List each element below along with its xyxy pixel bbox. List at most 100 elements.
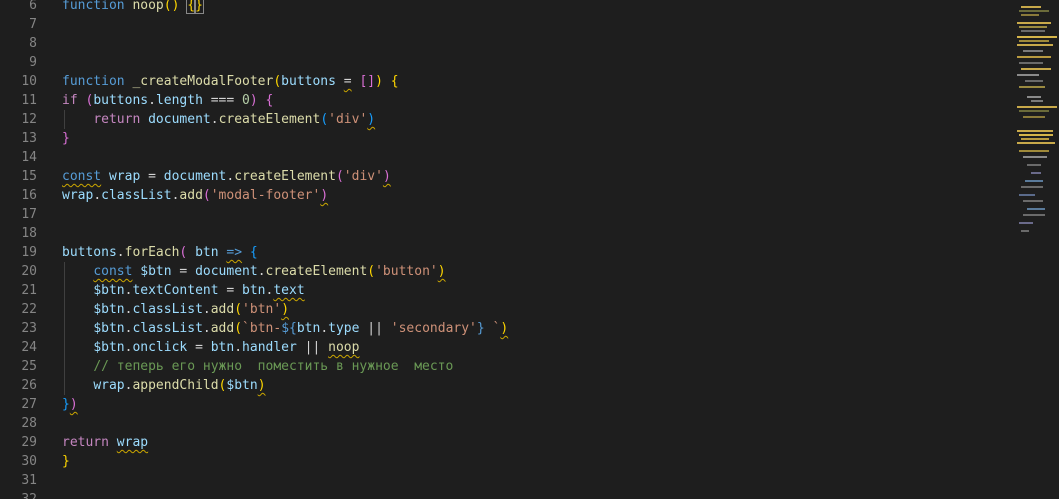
minimap-line — [1019, 194, 1035, 196]
code-token: 'secondary' — [390, 321, 477, 336]
code-token: $btn — [93, 283, 125, 298]
line-number: 11 — [21, 93, 37, 108]
code-line[interactable] — [62, 224, 1002, 243]
minimap-line — [1017, 56, 1051, 58]
code-token: ) — [437, 264, 446, 279]
code-token: buttons — [62, 245, 117, 260]
code-token: wrap — [93, 378, 125, 393]
code-token: add — [210, 321, 235, 336]
code-token: // теперь его нужно поместить в нужное м… — [93, 359, 454, 374]
code-token: [] — [359, 74, 376, 89]
code-token: document — [148, 112, 211, 127]
minimap-line — [1021, 138, 1049, 140]
code-token: type — [328, 321, 360, 336]
code-token: createElement — [234, 169, 336, 184]
code-line[interactable]: const wrap = document.createElement('div… — [62, 167, 1002, 186]
code-line[interactable]: // теперь его нужно поместить в нужное м… — [62, 357, 1002, 376]
code-line[interactable] — [62, 34, 1002, 53]
minimap-line — [1017, 36, 1057, 38]
minimap-line — [1019, 62, 1043, 64]
code-token: ( — [202, 188, 211, 203]
minimap-line — [1023, 214, 1045, 216]
minimap-line — [1027, 208, 1045, 210]
code-line[interactable]: } — [62, 129, 1002, 148]
code-token: const — [93, 264, 133, 279]
code-token: { — [249, 245, 258, 260]
code-line[interactable] — [62, 471, 1002, 490]
code-line[interactable]: $btn.onclick = btn.handler || noop — [62, 338, 1002, 357]
code-line[interactable]: $btn.classList.add(`btn-${btn.type || 's… — [62, 319, 1002, 338]
code-line[interactable]: }) — [62, 395, 1002, 414]
code-line[interactable] — [62, 205, 1002, 224]
code-line[interactable]: $btn.textContent = btn.text — [62, 281, 1002, 300]
code-line[interactable] — [62, 53, 1002, 72]
code-token: noop — [328, 340, 360, 355]
code-line[interactable] — [62, 148, 1002, 167]
code-token: . — [202, 302, 211, 317]
code-line[interactable]: return wrap — [62, 433, 1002, 452]
code-token: ) — [69, 397, 78, 412]
code-token: classList — [101, 188, 172, 203]
minimap-line — [1023, 116, 1045, 118]
minimap-line — [1019, 40, 1049, 42]
code-line[interactable] — [62, 490, 1002, 499]
code-line[interactable]: return document.createElement('div') — [62, 110, 1002, 129]
code-line[interactable] — [62, 414, 1002, 433]
code-line[interactable]: wrap.classList.add('modal-footer') — [62, 186, 1002, 205]
code-token: === — [202, 93, 243, 108]
minimap-line — [1021, 14, 1039, 16]
code-line[interactable]: wrap.appendChild($btn) — [62, 376, 1002, 395]
minimap-line — [1027, 164, 1041, 166]
minimap[interactable] — [1011, 0, 1059, 499]
code-token: document — [163, 169, 227, 184]
minimap-line — [1027, 96, 1041, 98]
code-token: . — [257, 264, 266, 279]
code-token: $btn — [226, 378, 258, 393]
line-number: 7 — [29, 17, 37, 32]
code-token: text — [273, 283, 305, 298]
line-number: 14 — [21, 150, 37, 165]
line-number: 28 — [21, 416, 37, 431]
code-token: $btn — [93, 340, 125, 355]
code-token: `btn- — [242, 321, 282, 336]
code-line[interactable]: } — [62, 452, 1002, 471]
code-line[interactable]: function _createModalFooter(buttons = []… — [62, 72, 1002, 91]
code-token: ( — [234, 321, 243, 336]
code-token: forEach — [124, 245, 180, 260]
minimap-line — [1021, 186, 1043, 188]
code-token: { — [265, 93, 274, 108]
code-token: || — [359, 321, 391, 336]
line-number: 12 — [21, 112, 37, 127]
code-editor[interactable]: 6 7 8 9 10 11 12 13 14 15 16 17 18 19 20 21 22 23 24 25 26 27… — [0, 0, 1059, 499]
code-token: const — [62, 169, 102, 184]
line-number: 30 — [21, 454, 37, 469]
line-number: 29 — [21, 435, 37, 450]
code-line[interactable]: if (buttons.length === 0) { — [62, 91, 1002, 110]
code-line[interactable]: const $btn = document.createElement('but… — [62, 262, 1002, 281]
code-token: ) — [249, 93, 258, 108]
code-token: btn — [242, 283, 266, 298]
code-token: . — [202, 321, 211, 336]
line-number: 13 — [21, 131, 37, 146]
line-number: 24 — [21, 340, 37, 355]
code-token: } — [476, 321, 485, 336]
code-token: ) — [500, 321, 509, 336]
code-token: ) — [382, 169, 391, 184]
minimap-line — [1031, 172, 1041, 174]
code-token: textContent — [132, 283, 219, 298]
minimap-line — [1019, 222, 1033, 224]
code-line[interactable]: $btn.classList.add('btn') — [62, 300, 1002, 319]
code-line[interactable]: function noop() {} — [62, 0, 1002, 15]
code-token: noop — [132, 0, 164, 13]
minimap-line — [1021, 30, 1045, 32]
code-line[interactable] — [62, 15, 1002, 34]
code-token: handler — [242, 340, 297, 355]
code-line[interactable]: buttons.forEach( btn => { — [62, 243, 1002, 262]
code-text-area[interactable]: function noop() {} function _createModalF… — [62, 0, 1002, 499]
minimap-line — [1017, 130, 1053, 132]
